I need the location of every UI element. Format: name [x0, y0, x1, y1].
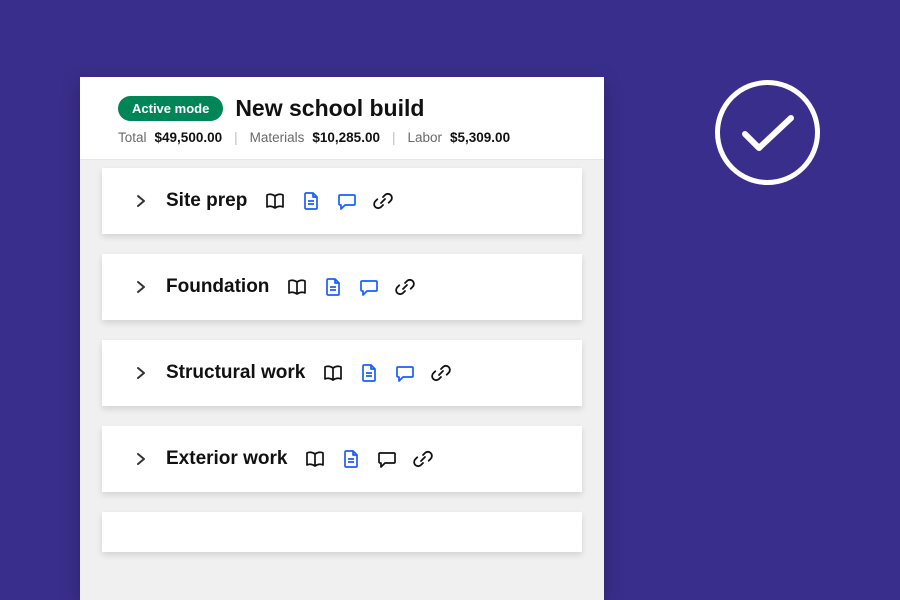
chevron-right-icon[interactable] — [132, 452, 150, 466]
book-icon[interactable] — [265, 191, 285, 211]
phase-row[interactable]: Site prep — [102, 168, 582, 234]
chat-icon[interactable] — [377, 449, 397, 469]
phase-title: Site prep — [166, 190, 247, 212]
summary-row: Total $49,500.00 | Materials $10,285.00 … — [118, 130, 582, 145]
separator: | — [392, 130, 396, 145]
labor-label: Labor — [407, 130, 442, 145]
file-icon[interactable] — [341, 449, 361, 469]
total-value: $49,500.00 — [155, 130, 223, 145]
materials-label: Materials — [250, 130, 305, 145]
phase-icons — [265, 191, 393, 211]
phase-row[interactable] — [102, 512, 582, 552]
phase-icons — [305, 449, 433, 469]
active-mode-badge: Active mode — [118, 96, 223, 121]
chevron-right-icon[interactable] — [132, 280, 150, 294]
link-icon[interactable] — [395, 277, 415, 297]
phase-title: Structural work — [166, 362, 305, 384]
file-icon[interactable] — [323, 277, 343, 297]
phase-title: Exterior work — [166, 448, 287, 470]
checkmark-circle-icon — [715, 80, 820, 185]
project-title: New school build — [235, 95, 424, 122]
phase-row[interactable]: Exterior work — [102, 426, 582, 492]
total-label: Total — [118, 130, 147, 145]
project-panel: Active mode New school build Total $49,5… — [80, 77, 604, 600]
book-icon[interactable] — [305, 449, 325, 469]
link-icon[interactable] — [431, 363, 451, 383]
labor-value: $5,309.00 — [450, 130, 510, 145]
phase-title: Foundation — [166, 276, 269, 298]
book-icon[interactable] — [287, 277, 307, 297]
chevron-right-icon[interactable] — [132, 194, 150, 208]
phase-row[interactable]: Structural work — [102, 340, 582, 406]
title-row: Active mode New school build — [118, 95, 582, 122]
chat-icon[interactable] — [337, 191, 357, 211]
link-icon[interactable] — [413, 449, 433, 469]
chat-icon[interactable] — [395, 363, 415, 383]
file-icon[interactable] — [301, 191, 321, 211]
separator: | — [234, 130, 238, 145]
materials-value: $10,285.00 — [312, 130, 380, 145]
file-icon[interactable] — [359, 363, 379, 383]
phase-icons — [287, 277, 415, 297]
phase-row[interactable]: Foundation — [102, 254, 582, 320]
panel-header: Active mode New school build Total $49,5… — [80, 77, 604, 160]
book-icon[interactable] — [323, 363, 343, 383]
chevron-right-icon[interactable] — [132, 366, 150, 380]
chat-icon[interactable] — [359, 277, 379, 297]
link-icon[interactable] — [373, 191, 393, 211]
phase-list: Site prep Foundation — [80, 160, 604, 574]
phase-icons — [323, 363, 451, 383]
